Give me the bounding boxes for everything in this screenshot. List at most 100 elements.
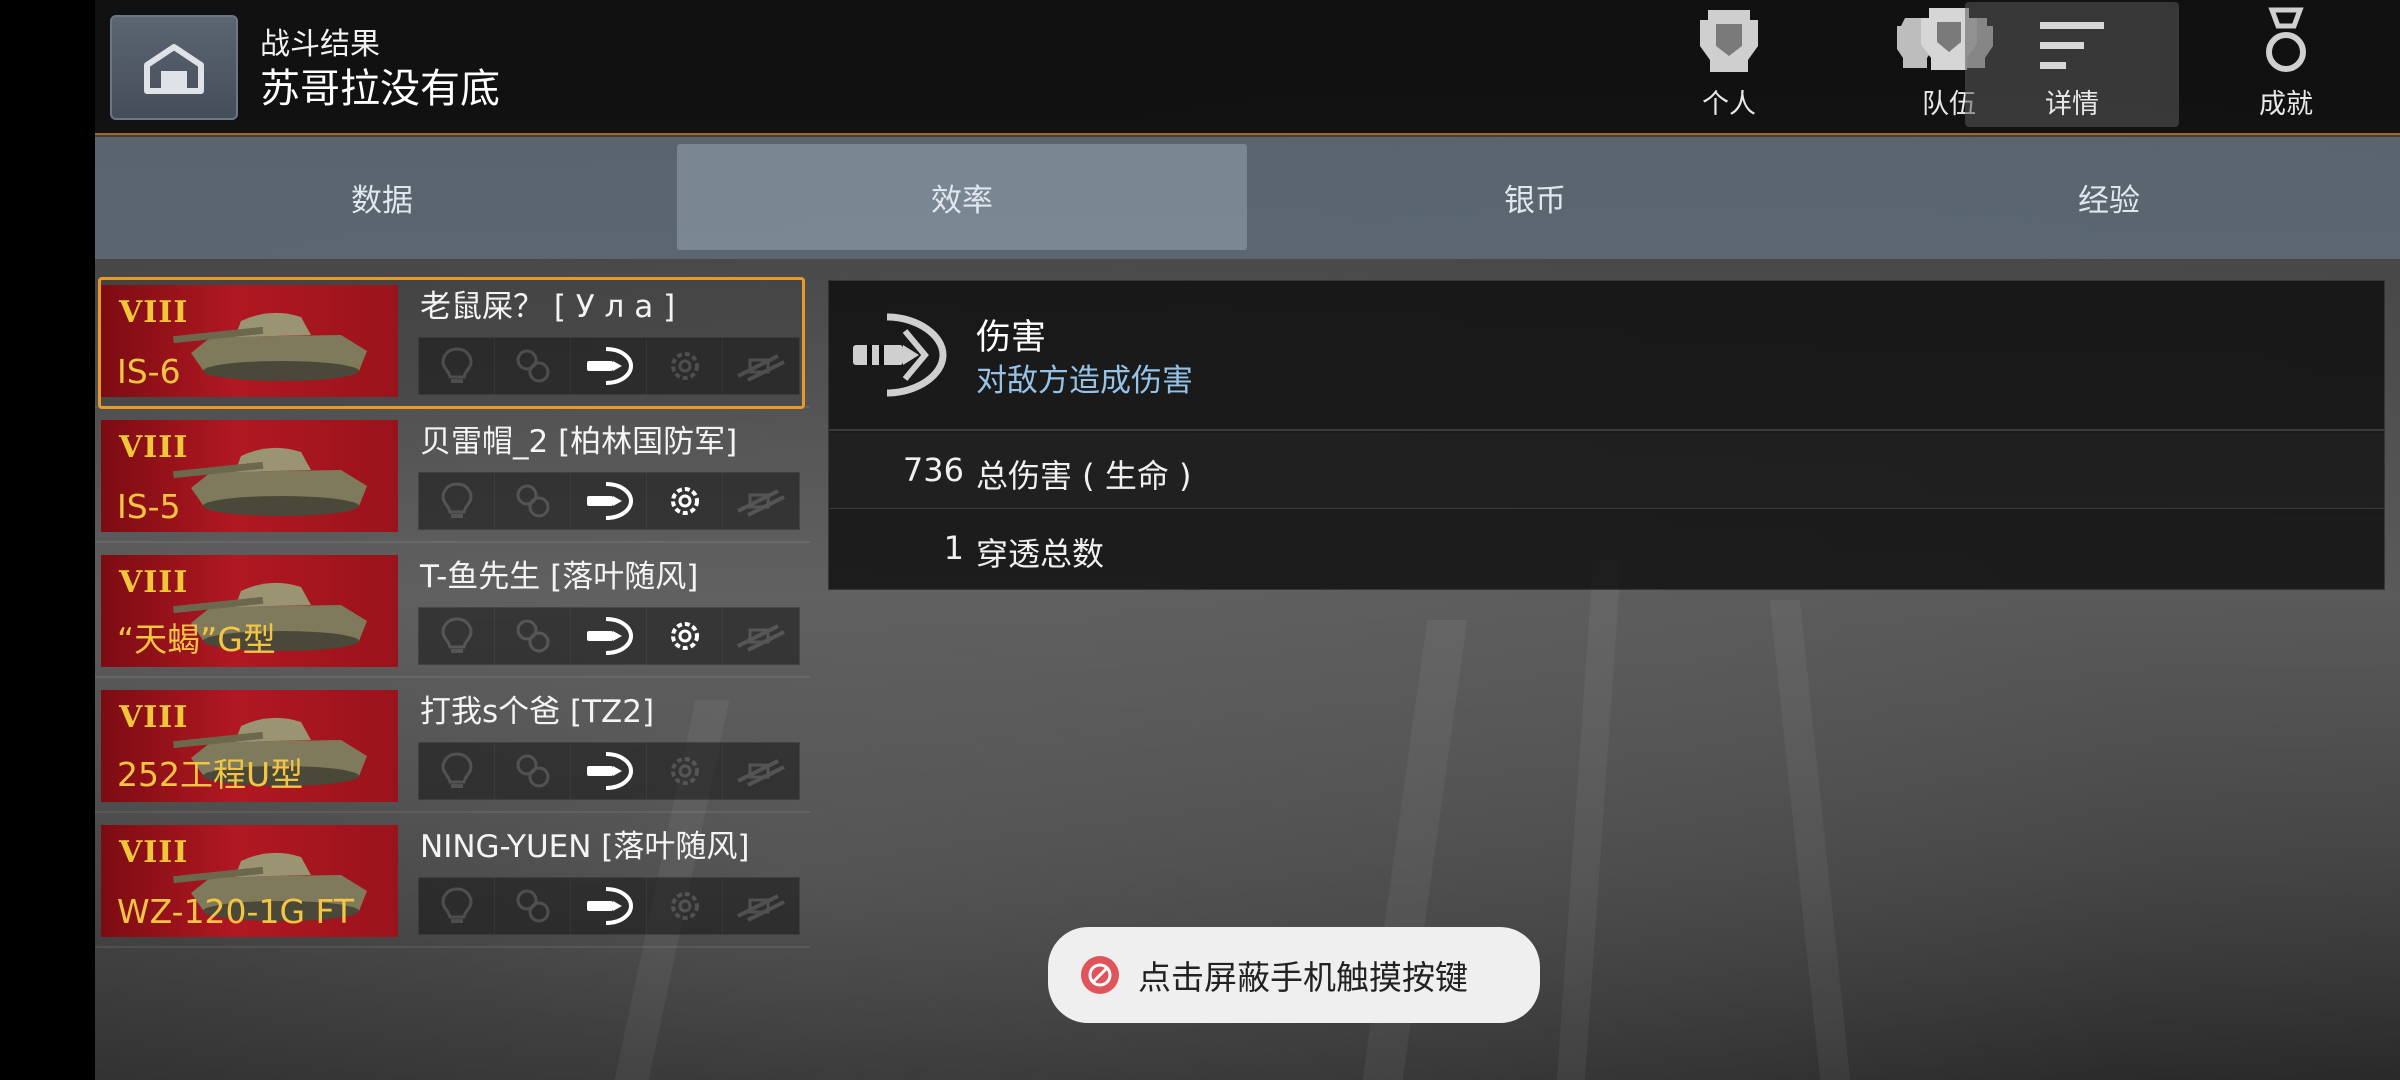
tank-name: IS-5 [117, 487, 181, 526]
map-name: 苏哥拉没有底 [260, 66, 500, 112]
bulb-slot [419, 743, 495, 799]
detail-title: 伤害 [976, 318, 1047, 358]
tracks-slot [495, 743, 571, 799]
achievement-icon-bar [418, 472, 800, 530]
tank-tier: VIII [119, 295, 189, 330]
player-row[interactable]: VIII IS-5 贝雷帽_2 [柏林国防军] [95, 410, 810, 543]
tank-tier: VIII [119, 565, 189, 600]
damage-shell-icon [586, 752, 633, 790]
sub-tab-bar: 数据 效率 银币 经验 [95, 137, 2400, 259]
achievement-icon-bar [418, 742, 800, 800]
damage-shell-icon [853, 313, 947, 397]
gear-icon [670, 622, 699, 650]
player-name: 打我s个爸 [TZ2] [420, 694, 655, 730]
stat-row: 736 总伤害 ( 生命 ) [829, 433, 2384, 509]
assist-icon [737, 354, 785, 382]
assist-icon [737, 489, 785, 517]
achievement-icon-bar [418, 877, 800, 935]
tracks-icon [516, 619, 549, 653]
hangar-icon [144, 43, 204, 94]
player-row[interactable]: VIII 252工程U型 打我s个爸 [TZ2] [95, 680, 810, 813]
stat-row: 1 穿透总数 [829, 511, 2384, 587]
tab-details[interactable]: 详情 [1965, 2, 2179, 127]
subtab-data[interactable]: 数据 [97, 144, 667, 250]
tracks-icon [516, 484, 549, 518]
medal-icon [2266, 7, 2306, 72]
assist-slot [723, 608, 799, 664]
detail-header: 伤害 对敌方造成伤害 [829, 281, 2384, 431]
tab-personal[interactable]: 个人 [1622, 2, 1836, 127]
damage-shell-icon [586, 887, 633, 925]
gear-slot [647, 878, 723, 934]
tank-name: “天蝎”G型 [117, 620, 276, 659]
damage-shell-slot [571, 473, 647, 529]
assist-slot [723, 338, 799, 394]
tank-name: IS-6 [117, 352, 181, 391]
gear-slot [647, 473, 723, 529]
tab-achievements-label: 成就 [2259, 89, 2313, 120]
details-icon [2040, 22, 2104, 69]
assist-slot [723, 473, 799, 529]
damage-shell-icon [586, 347, 633, 385]
stat-value: 736 [902, 451, 964, 489]
subtab-efficiency[interactable]: 效率 [677, 144, 1247, 250]
gear-slot [647, 608, 723, 664]
bulb-slot [419, 473, 495, 529]
tank-card: VIII IS-5 [101, 420, 398, 532]
subtab-silver[interactable]: 银币 [1250, 144, 1820, 250]
player-name: 老鼠屎？ [ У л а ] [420, 289, 676, 325]
stat-label: 穿透总数 [976, 535, 1105, 573]
damage-shell-slot [571, 608, 647, 664]
damage-shell-icon [586, 482, 633, 520]
bulb-slot [419, 608, 495, 664]
player-name: 贝雷帽_2 [柏林国防军] [420, 424, 738, 460]
player-row[interactable]: VIII IS-6 老鼠屎？ [ У л а ] [95, 275, 810, 409]
block-icon [1081, 956, 1119, 994]
stat-value: 1 [943, 529, 964, 567]
battle-results-screen: 战斗结果 苏哥拉没有底 个人 队伍 详情 成就 数据 效率 银币 经验 VIII… [95, 0, 2400, 1080]
tab-achievements[interactable]: 成就 [2179, 2, 2393, 127]
gear-slot [647, 338, 723, 394]
tank-tier: VIII [119, 700, 189, 735]
helmet-icon [1700, 10, 1758, 72]
gear-icon [670, 757, 699, 785]
tank-card: VIII 252工程U型 [101, 690, 398, 802]
achievement-icon-bar [418, 337, 800, 395]
tank-card: VIII IS-6 [101, 285, 398, 397]
player-name: NING-YUEN [落叶随风] [420, 829, 750, 865]
gear-icon [670, 892, 699, 920]
achievement-icon-bar [418, 607, 800, 665]
bulb-icon [440, 617, 473, 653]
tracks-slot [495, 338, 571, 394]
assist-slot [723, 878, 799, 934]
toast-block-touch-keys[interactable]: 点击屏蔽手机触摸按键 [1048, 927, 1540, 1023]
tracks-icon [516, 889, 549, 923]
damage-shell-icon [586, 617, 633, 655]
tracks-slot [495, 878, 571, 934]
damage-shell-slot [571, 743, 647, 799]
tank-tier: VIII [119, 835, 189, 870]
damage-shell-slot [571, 338, 647, 394]
tracks-slot [495, 473, 571, 529]
tank-name: WZ-120-1G FT [117, 892, 355, 931]
player-name: T-鱼先生 [落叶随风] [420, 559, 699, 595]
tracks-icon [516, 754, 549, 788]
subtab-experience[interactable]: 经验 [1824, 144, 2394, 250]
bulb-icon [440, 482, 473, 518]
gear-icon [670, 487, 699, 515]
bulb-slot [419, 338, 495, 394]
tab-personal-label: 个人 [1702, 89, 1756, 120]
player-row[interactable]: VIII WZ-120-1G FT NING-YUEN [落叶随风] [95, 815, 810, 948]
hangar-button[interactable] [110, 15, 238, 120]
stat-label: 总伤害 ( 生命 ) [976, 457, 1192, 495]
gear-slot [647, 743, 723, 799]
tank-name: 252工程U型 [117, 755, 304, 794]
tank-card: VIII WZ-120-1G FT [101, 825, 398, 937]
tank-image [173, 447, 367, 516]
bulb-slot [419, 878, 495, 934]
assist-icon [737, 894, 785, 922]
player-row[interactable]: VIII “天蝎”G型 T-鱼先生 [落叶随风] [95, 545, 810, 678]
tank-tier: VIII [119, 430, 189, 465]
bulb-icon [440, 347, 473, 383]
bulb-icon [440, 752, 473, 788]
